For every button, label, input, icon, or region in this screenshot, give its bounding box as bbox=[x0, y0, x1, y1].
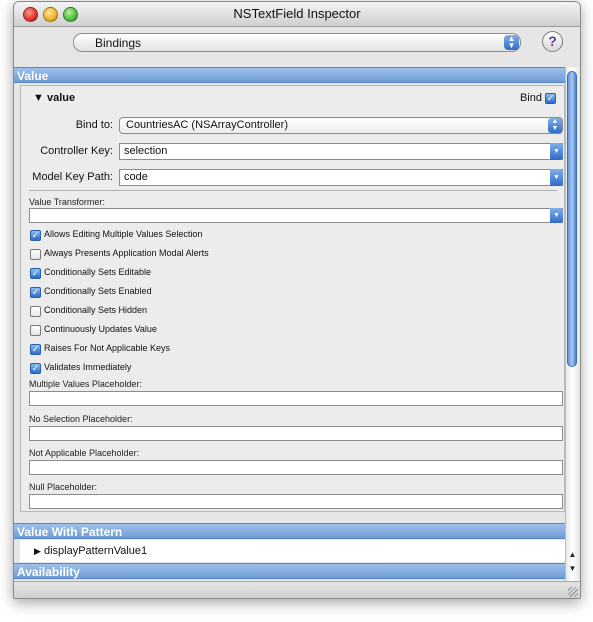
option-label: Conditionally Sets Editable bbox=[44, 267, 152, 277]
option-label: Conditionally Sets Hidden bbox=[44, 305, 148, 315]
no-selection-placeholder-field[interactable] bbox=[29, 426, 563, 441]
window-title: NSTextField Inspector bbox=[233, 6, 361, 21]
divider bbox=[29, 190, 557, 191]
bind-checkbox[interactable]: ✓ bbox=[545, 93, 556, 104]
option-label: Allows Editing Multiple Values Selection bbox=[44, 229, 203, 239]
chevron-down-icon[interactable]: ▼ bbox=[550, 208, 563, 223]
option-checkbox[interactable] bbox=[30, 249, 41, 260]
pattern-binding-item[interactable]: ▶ displayPatternValue1 bbox=[34, 545, 147, 557]
multiple-values-placeholder-field[interactable] bbox=[29, 391, 563, 406]
title-bar[interactable]: NSTextField Inspector bbox=[14, 2, 580, 27]
scroll-up-arrow-icon[interactable]: ▲ bbox=[568, 550, 577, 559]
option-label: Raises For Not Applicable Keys bbox=[44, 343, 171, 353]
controller-key-label: Controller Key: bbox=[40, 145, 113, 157]
model-key-path-label: Model Key Path: bbox=[32, 171, 113, 183]
bind-to-popup[interactable]: CountriesAC (NSArrayController) ▲ ▼ bbox=[119, 117, 563, 134]
controller-key-combo[interactable]: selection ▼ bbox=[119, 143, 563, 160]
placeholder-label: Not Applicable Placeholder: bbox=[29, 448, 140, 458]
pane-popup-label: Bindings bbox=[95, 36, 142, 50]
option-checkbox[interactable] bbox=[30, 325, 41, 336]
null-placeholder-field[interactable] bbox=[29, 494, 563, 509]
bind-label: Bind bbox=[519, 92, 542, 104]
placeholder-label: Null Placeholder: bbox=[29, 482, 98, 492]
option-checkbox[interactable] bbox=[30, 306, 41, 317]
vertical-scrollbar[interactable]: ▲ ▼ bbox=[565, 67, 579, 581]
binding-disclosure[interactable]: ▼ value bbox=[33, 92, 75, 104]
model-key-path-combo[interactable]: code ▼ bbox=[119, 169, 563, 186]
section-availability-header[interactable]: Availability bbox=[14, 563, 565, 579]
placeholder-label: Multiple Values Placeholder: bbox=[29, 379, 142, 389]
value-transformer-label: Value Transformer: bbox=[29, 197, 105, 207]
scrollbar-thumb[interactable] bbox=[567, 71, 577, 367]
chevron-updown-icon: ▲ ▼ bbox=[504, 35, 519, 50]
inspector-content: Value ▼ value Bind ✓ Bind to: CountriesA… bbox=[14, 67, 565, 581]
binding-name: value bbox=[46, 92, 76, 104]
placeholder-label: No Selection Placeholder: bbox=[29, 414, 133, 424]
chevron-down-icon[interactable]: ▼ bbox=[550, 169, 563, 186]
inspector-toolbar: Bindings ▲ ▼ ? bbox=[14, 27, 580, 67]
section-value-with-pattern-header[interactable]: Value With Pattern bbox=[14, 523, 565, 539]
bind-to-value: CountriesAC (NSArrayController) bbox=[126, 119, 288, 131]
not-applicable-placeholder-field[interactable] bbox=[29, 460, 563, 475]
resize-grip-icon[interactable] bbox=[568, 587, 578, 597]
pattern-panel: ▶ displayPatternValue1 bbox=[20, 540, 565, 562]
value-binding-panel: ▼ value Bind ✓ Bind to: CountriesAC (NSA… bbox=[20, 85, 565, 512]
option-label: Conditionally Sets Enabled bbox=[44, 286, 152, 296]
disclosure-right-icon: ▶ bbox=[34, 546, 41, 556]
pattern-item-label: displayPatternValue1 bbox=[43, 545, 148, 557]
controller-key-value: selection bbox=[124, 145, 168, 157]
disclosure-triangle-icon: ▼ bbox=[33, 92, 44, 104]
window-bottom-bar bbox=[14, 581, 580, 598]
option-label: Validates Immediately bbox=[44, 362, 132, 372]
option-checkbox[interactable]: ✓ bbox=[30, 344, 41, 355]
option-checkbox[interactable]: ✓ bbox=[30, 287, 41, 298]
inspector-window: NSTextField Inspector Bindings ▲ ▼ ? Valu… bbox=[13, 1, 581, 599]
section-value-header[interactable]: Value bbox=[14, 67, 565, 83]
model-key-path-value: code bbox=[124, 171, 148, 183]
bind-to-label: Bind to: bbox=[75, 119, 113, 131]
option-label: Always Presents Application Modal Alerts bbox=[44, 248, 209, 258]
scroll-down-arrow-icon[interactable]: ▼ bbox=[568, 564, 577, 573]
help-button[interactable]: ? bbox=[542, 31, 563, 52]
option-checkbox[interactable]: ✓ bbox=[30, 268, 41, 279]
option-label: Continuously Updates Value bbox=[44, 324, 157, 334]
chevron-down-icon[interactable]: ▼ bbox=[550, 143, 563, 160]
option-checkbox[interactable]: ✓ bbox=[30, 363, 41, 374]
pane-popup[interactable]: Bindings ▲ ▼ bbox=[73, 33, 521, 52]
chevron-updown-icon: ▲ ▼ bbox=[548, 118, 562, 133]
value-transformer-combo[interactable]: ▼ bbox=[29, 208, 563, 223]
option-checkbox[interactable]: ✓ bbox=[30, 230, 41, 241]
